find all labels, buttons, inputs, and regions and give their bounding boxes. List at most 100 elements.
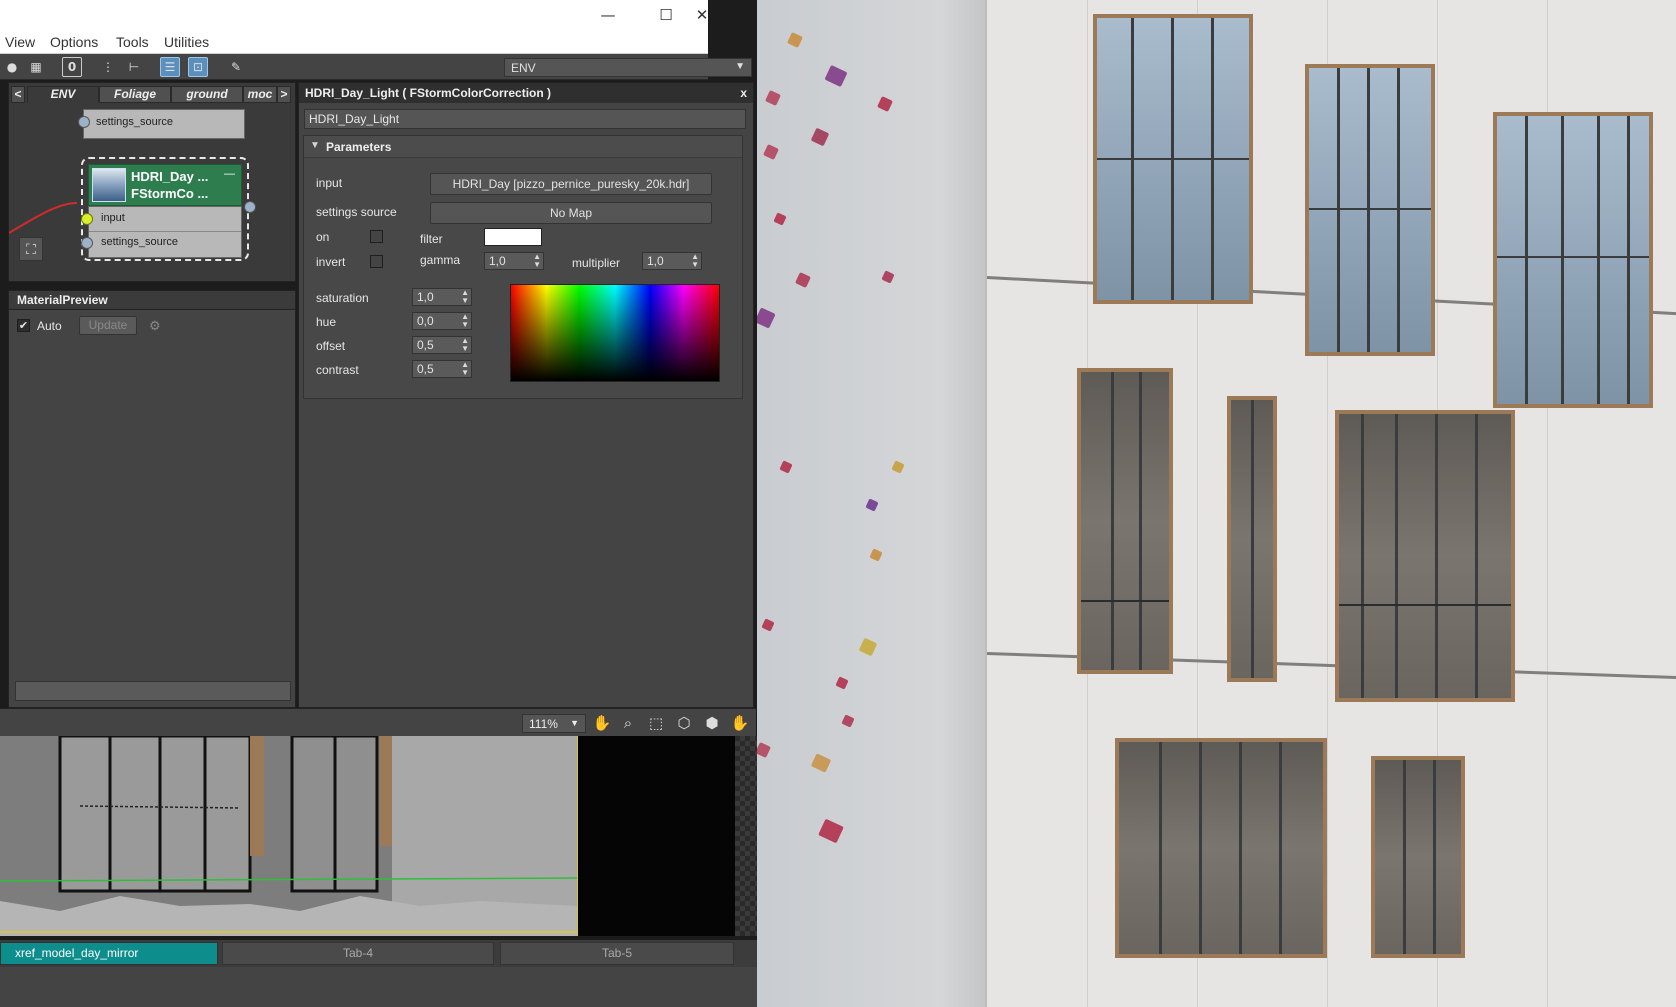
checker-icon[interactable]: ▦ <box>26 57 46 77</box>
parameters-rollout: ▼ Parameters input HDRI_Day [pizzo_perni… <box>303 135 743 399</box>
update-button[interactable]: Update <box>79 316 137 335</box>
zoom-region-icon[interactable]: ⬚ <box>646 713 666 733</box>
zoom-extents-icon[interactable]: ⬡ <box>674 713 694 733</box>
maximize-button[interactable]: ☐ <box>638 0 694 30</box>
window-low-2 <box>1371 756 1465 958</box>
invert-checkbox[interactable] <box>370 255 383 268</box>
pan-view-icon[interactable]: ✋ <box>730 713 750 733</box>
gamma-spinner[interactable]: 1,0 ▲ ▼ <box>484 252 544 270</box>
node-body: input settings_source <box>81 206 242 258</box>
zoom-select[interactable]: 111% ▼ <box>522 714 586 733</box>
hue-label: hue <box>316 315 337 329</box>
counter-button[interactable]: 0 <box>62 57 82 77</box>
layout-tree-icon[interactable]: ⊢ <box>124 57 144 77</box>
bottom-tab-bar: xref_model_day_mirror Tab-4 Tab-5 <box>0 940 757 967</box>
contrast-spinner[interactable]: 0,5 ▲ ▼ <box>412 360 472 378</box>
color-correction-node[interactable]: HDRI_Day ... FStormCo ... — input settin… <box>81 157 256 261</box>
settings-source-label: settings_source <box>96 116 174 128</box>
settings-source-socket-2[interactable] <box>81 237 93 249</box>
tab-4[interactable]: Tab-4 <box>222 942 494 965</box>
zoom-icon[interactable]: ⌕ <box>618 713 638 733</box>
params-close-button[interactable]: x <box>740 86 747 100</box>
saturation-label: saturation <box>316 291 369 305</box>
material-name-field[interactable]: HDRI_Day_Light <box>304 109 746 129</box>
window-top-2 <box>1305 64 1435 356</box>
on-checkbox[interactable] <box>370 230 383 243</box>
list-view-icon[interactable]: ☰ <box>160 57 180 77</box>
chevron-down-icon: ▼ <box>735 61 745 72</box>
window-top-3 <box>1493 112 1653 408</box>
hue-spinner[interactable]: 0,0 ▲ ▼ <box>412 312 472 330</box>
window-mid-2 <box>1227 396 1277 682</box>
settings-source-map-button[interactable]: No Map <box>430 202 712 224</box>
building-facade <box>985 0 1676 1007</box>
settings-node[interactable]: settings_source <box>78 109 245 139</box>
preview-status-bar <box>15 681 291 701</box>
node-title: HDRI_Day ... FStormCo ... <box>131 169 209 201</box>
render-image <box>757 0 1676 1007</box>
node-collapse-button[interactable]: — <box>224 168 235 180</box>
output-socket[interactable] <box>244 201 256 213</box>
material-preview-title: MaterialPreview <box>9 291 295 310</box>
env-select[interactable]: ENV ▼ <box>504 58 752 77</box>
multiplier-label: multiplier <box>572 256 621 270</box>
contrast-label: contrast <box>316 363 359 377</box>
preview-empty-area <box>577 736 735 936</box>
on-label: on <box>316 230 330 244</box>
input-socket-label: input <box>101 212 125 224</box>
binoculars-icon[interactable]: ⛶ <box>19 237 43 261</box>
viewport-toolbar: 111% ▼ ✋ ⌕ ⬚ ⬡ ⬢ ✋ <box>0 708 756 736</box>
zoom-chevron-icon: ▼ <box>570 718 579 728</box>
preview-settings-icon[interactable]: ⚙ <box>149 318 161 334</box>
input-map-button[interactable]: HDRI_Day [pizzo_pernice_puresky_20k.hdr] <box>430 173 712 195</box>
layout-vertical-icon[interactable]: ⋮ <box>98 57 118 77</box>
pan-hand-icon[interactable]: ✋ <box>592 713 612 733</box>
menu-tools[interactable]: Tools <box>116 34 149 50</box>
filter-label: filter <box>420 232 443 246</box>
settings-source-socket-label: settings_source <box>101 236 179 248</box>
minimize-button[interactable]: — <box>580 0 636 30</box>
offset-label: offset <box>316 339 346 353</box>
settings-source-param-label: settings source <box>316 205 397 219</box>
pick-material-icon[interactable]: ✎ <box>226 57 246 77</box>
input-socket[interactable] <box>81 213 93 225</box>
parameters-panel: HDRI_Day_Light ( FStormColorCorrection )… <box>298 82 754 708</box>
window-top-1 <box>1093 14 1253 304</box>
auto-label: Auto <box>37 319 62 333</box>
hdri-thumbnail <box>92 168 126 202</box>
node-view[interactable]: < ENV Foliage ground moc > settings_sour… <box>8 82 296 282</box>
menu-bar: View Options Tools Utilities <box>0 30 708 54</box>
invert-label: invert <box>316 255 346 269</box>
zoom-extents-selected-icon[interactable]: ⬢ <box>702 713 722 733</box>
input-label: input <box>316 176 343 190</box>
rollout-header[interactable]: ▼ Parameters <box>304 136 742 158</box>
material-preview-panel: MaterialPreview ✔ Auto Update ⚙ <box>8 290 296 708</box>
tab-5[interactable]: Tab-5 <box>500 942 734 965</box>
settings-source-socket[interactable] <box>78 116 90 128</box>
close-button[interactable]: ✕ <box>696 0 709 30</box>
filter-color-swatch[interactable] <box>484 228 542 246</box>
sphere-icon[interactable]: ● <box>2 57 22 77</box>
status-strip <box>0 967 757 1007</box>
transparency-checker <box>735 736 757 936</box>
title-bar: — ☐ ✕ <box>0 0 708 30</box>
menu-view[interactable]: View <box>5 34 35 50</box>
rollout-collapse-icon: ▼ <box>310 140 320 151</box>
menu-options[interactable]: Options <box>50 34 98 50</box>
saturation-spinner[interactable]: 1,0 ▲ ▼ <box>412 288 472 306</box>
color-gradient-preview <box>510 284 720 382</box>
rollout-title: Parameters <box>326 140 392 154</box>
window-mid-3 <box>1335 410 1515 702</box>
checker-view-icon[interactable]: ⊡ <box>188 57 208 77</box>
auto-checkbox[interactable]: ✔ <box>17 319 30 332</box>
window-mid-1 <box>1077 368 1173 674</box>
window-low-1 <box>1115 738 1327 958</box>
env-select-value: ENV <box>511 61 536 75</box>
gamma-label: gamma <box>420 253 461 267</box>
tab-xref-model[interactable]: xref_model_day_mirror <box>0 942 218 965</box>
offset-spinner[interactable]: 0,5 ▲ ▼ <box>412 336 472 354</box>
params-title: HDRI_Day_Light ( FStormColorCorrection )… <box>299 83 753 103</box>
node-header[interactable]: HDRI_Day ... FStormCo ... — <box>88 164 242 206</box>
menu-utilities[interactable]: Utilities <box>164 34 209 50</box>
multiplier-spinner[interactable]: 1,0 ▲ ▼ <box>642 252 702 270</box>
